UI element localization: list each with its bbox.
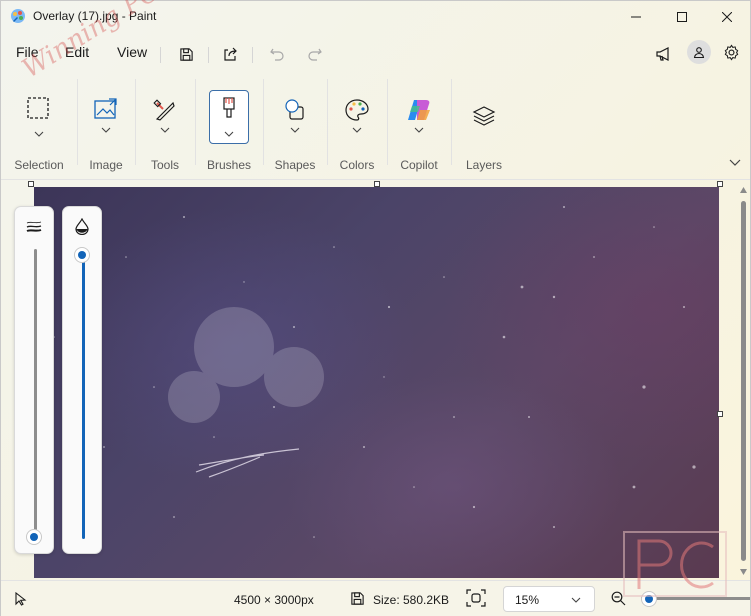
share-button[interactable]: [216, 41, 244, 67]
opacity-slider[interactable]: [62, 206, 102, 554]
maximize-icon: [677, 12, 687, 22]
whats-new-button[interactable]: [649, 41, 677, 67]
ribbon-group-selection: Selection: [1, 73, 77, 180]
menu-separator: [160, 47, 161, 63]
chevron-down-icon[interactable]: [160, 127, 170, 133]
ribbon-label-image: Image: [89, 158, 123, 172]
tools-icon[interactable]: [153, 99, 177, 123]
brush-size-knob[interactable]: [26, 529, 42, 545]
brush-icon[interactable]: [221, 97, 237, 119]
ribbon-expand-chevron-icon[interactable]: [729, 159, 741, 167]
ribbon-label-selection: Selection: [14, 158, 64, 172]
account-icon: [693, 47, 705, 58]
ribbon-label-brushes: Brushes: [206, 158, 252, 172]
resize-handle-top[interactable]: [374, 181, 380, 187]
zoom-value: 15%: [515, 593, 540, 607]
vertical-scrollbar[interactable]: [739, 187, 747, 577]
settings-button[interactable]: [717, 39, 745, 65]
paint-app-icon: [10, 8, 26, 24]
scrollbar-thumb[interactable]: [741, 201, 746, 561]
ribbon-group-copilot: Copilot: [387, 73, 451, 180]
redo-icon: [308, 48, 322, 61]
close-button[interactable]: [704, 1, 750, 33]
opacity-drop-icon: [75, 218, 89, 235]
menu-separator: [252, 47, 253, 63]
ribbon-group-image: Image: [77, 73, 135, 180]
chevron-down-icon[interactable]: [101, 127, 111, 133]
chevron-down-icon[interactable]: [224, 131, 234, 137]
brush-size-slider[interactable]: [14, 206, 54, 554]
ribbon-label-tools: Tools: [150, 158, 179, 172]
ribbon-label-copilot: Copilot: [400, 158, 438, 172]
maximize-button[interactable]: [659, 1, 705, 33]
scroll-up-icon[interactable]: [740, 187, 747, 193]
scroll-down-icon[interactable]: [740, 569, 747, 575]
chevron-down-icon[interactable]: [414, 127, 424, 133]
stroke-size-icon: [26, 221, 42, 232]
ribbon-group-layers: Layers: [451, 73, 517, 180]
undo-button[interactable]: [263, 41, 291, 67]
image-icon[interactable]: [94, 98, 118, 120]
chevron-down-icon[interactable]: [352, 127, 362, 133]
watermark-logo: [623, 531, 727, 597]
gear-icon: [724, 43, 738, 61]
menu-separator: [208, 47, 209, 63]
zoom-dropdown[interactable]: 15%: [503, 586, 595, 612]
canvas-dust-texture: [53, 206, 696, 548]
chevron-down-icon[interactable]: [34, 131, 44, 137]
image-dimensions: 4500 × 3000px: [234, 593, 314, 607]
ribbon-group-shapes: Shapes: [263, 73, 327, 180]
fit-to-window-icon[interactable]: [466, 589, 486, 607]
file-size-icon: [351, 592, 364, 605]
ribbon-label-layers: Layers: [465, 158, 503, 172]
save-icon: [179, 47, 193, 61]
selection-icon[interactable]: [27, 97, 49, 119]
opacity-knob[interactable]: [74, 247, 90, 263]
pointer-icon: [15, 592, 27, 606]
undo-icon: [270, 48, 284, 61]
copilot-icon[interactable]: [406, 98, 432, 122]
megaphone-icon: [655, 47, 669, 61]
layers-icon[interactable]: [472, 105, 496, 127]
canvas-workspace: [1, 181, 750, 578]
close-icon: [722, 12, 732, 22]
ribbon-toolbar: Selection Image Tools Brushes Shapes Col…: [1, 73, 750, 180]
canvas-image[interactable]: [34, 187, 719, 578]
palette-icon[interactable]: [345, 99, 369, 121]
chevron-down-icon: [571, 597, 581, 603]
opacity-track[interactable]: [82, 249, 85, 539]
save-button[interactable]: [172, 41, 200, 67]
redo-button[interactable]: [301, 41, 329, 67]
resize-handle-right[interactable]: [717, 411, 723, 417]
account-button[interactable]: [687, 40, 711, 64]
ribbon-group-brushes: Brushes: [195, 73, 263, 180]
menu-view[interactable]: View: [117, 44, 147, 60]
paint-window: Overlay (17).jpg - Paint File Edit View: [0, 0, 751, 616]
resize-handle-top-right[interactable]: [717, 181, 723, 187]
shapes-icon[interactable]: [284, 99, 306, 121]
share-icon: [224, 47, 237, 61]
brush-size-track[interactable]: [34, 249, 37, 531]
minimize-button[interactable]: [613, 1, 659, 33]
file-size: Size: 580.2KB: [373, 593, 450, 607]
ribbon-group-colors: Colors: [327, 73, 387, 180]
chevron-down-icon[interactable]: [290, 127, 300, 133]
resize-handle-top-left[interactable]: [28, 181, 34, 187]
menu-bar: File Edit View: [1, 35, 750, 71]
minimize-icon: [631, 16, 641, 18]
ribbon-label-colors: Colors: [339, 158, 375, 172]
ribbon-label-shapes: Shapes: [274, 158, 316, 172]
ribbon-group-tools: Tools: [135, 73, 195, 180]
